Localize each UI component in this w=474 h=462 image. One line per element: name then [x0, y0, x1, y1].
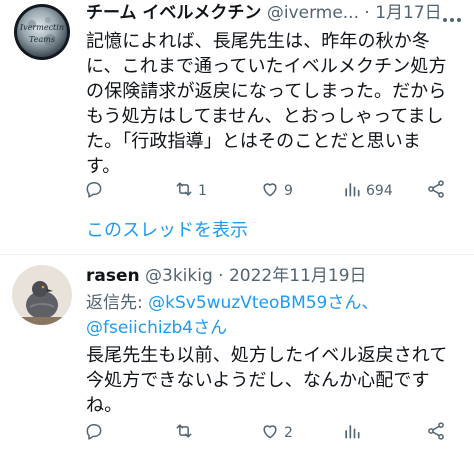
- reply-to-label: 返信先:: [86, 293, 149, 313]
- tweet-header: rasen @3kikig · 2022年11月19日: [86, 265, 367, 287]
- retweet-button[interactable]: [174, 421, 198, 445]
- like-icon: [260, 421, 280, 445]
- tweet-text-line: ね。: [86, 395, 123, 416]
- share-button[interactable]: [426, 179, 446, 203]
- avatar-logo-text: Ivermectin: [19, 23, 64, 32]
- avatar-logo-text: Teams: [29, 35, 55, 44]
- reply-to-line: 返信先: @kSv5wuzVteoBM59さん、 @fseiichizb4さん: [86, 291, 464, 341]
- views-button[interactable]: [342, 421, 366, 445]
- tweet-actions: 2: [84, 421, 454, 445]
- views-count: 694: [366, 183, 393, 199]
- author-name[interactable]: チーム イベルメクチン: [86, 3, 261, 23]
- mention-link[interactable]: @fseiichizb4さん: [86, 318, 227, 338]
- like-button[interactable]: 9: [260, 179, 293, 203]
- retweet-count: 1: [198, 183, 207, 199]
- like-icon: [260, 179, 280, 203]
- like-button[interactable]: 2: [260, 421, 293, 445]
- tweet-text-line: た。「行政指導」とはそのことだと思いま: [86, 131, 421, 152]
- show-thread-link[interactable]: このスレッドを表示: [86, 216, 248, 242]
- more-icon[interactable]: [442, 8, 462, 22]
- tweet-text-line: の保険請求が返戻になってしまった。だから: [86, 81, 447, 102]
- avatar[interactable]: [12, 265, 72, 325]
- tweet-text: 長尾先生も以前、処方したイベル返戻されて 今処方できないようだし、なんか心配です…: [86, 343, 464, 418]
- tweet-text-line: す。: [86, 156, 121, 177]
- author-name[interactable]: rasen: [86, 266, 140, 286]
- views-button[interactable]: 694: [342, 179, 393, 203]
- author-handle[interactable]: @iverme...: [267, 3, 359, 23]
- reply-icon: [84, 421, 104, 445]
- like-count: 9: [284, 183, 293, 199]
- separator: ·: [218, 266, 224, 286]
- retweet-icon: [174, 179, 194, 203]
- retweet-icon: [174, 421, 194, 445]
- reply-icon: [84, 179, 104, 203]
- tweet[interactable]: rasen @3kikig · 2022年11月19日 返信先: @kSv5wu…: [0, 255, 474, 462]
- tweet-text-line: に、これまで通っていたイベルメクチン処方: [86, 56, 447, 77]
- share-icon: [426, 421, 446, 445]
- retweet-button[interactable]: 1: [174, 179, 207, 203]
- separator: ·: [364, 3, 370, 23]
- tweet-header: チーム イベルメクチン @iverme... · 1月17日: [86, 2, 442, 24]
- tweet-actions: 1 9 694: [84, 179, 454, 203]
- share-icon: [426, 179, 446, 203]
- tweet[interactable]: Ivermectin Teams チーム イベルメクチン @iverme... …: [0, 0, 474, 255]
- share-button[interactable]: [426, 421, 446, 445]
- author-handle[interactable]: @3kikig: [145, 266, 213, 286]
- views-icon: [342, 421, 362, 445]
- avatar[interactable]: Ivermectin Teams: [14, 4, 70, 60]
- tweet-text-line: もう処方はしてません、とおっしゃってまし: [86, 106, 444, 127]
- like-count: 2: [284, 425, 293, 441]
- tweet-text-line: 記憶によれば、長尾先生は、昨年の秋か冬: [86, 31, 430, 52]
- tweet-text: 記憶によれば、長尾先生は、昨年の秋か冬 に、これまで通っていたイベルメクチン処方…: [86, 29, 464, 179]
- tweet-text-line: 今処方できないようだし、なんか心配です: [86, 370, 430, 391]
- reply-button[interactable]: [84, 179, 108, 203]
- mention-link[interactable]: @kSv5wuzVteoBM59さん、: [148, 293, 378, 313]
- tweet-date[interactable]: 1月17日: [375, 3, 441, 23]
- tweet-date[interactable]: 2022年11月19日: [229, 266, 367, 286]
- reply-button[interactable]: [84, 421, 108, 445]
- views-icon: [342, 179, 362, 203]
- tweet-text-line: 長尾先生も以前、処方したイベル返戻されて: [86, 345, 448, 366]
